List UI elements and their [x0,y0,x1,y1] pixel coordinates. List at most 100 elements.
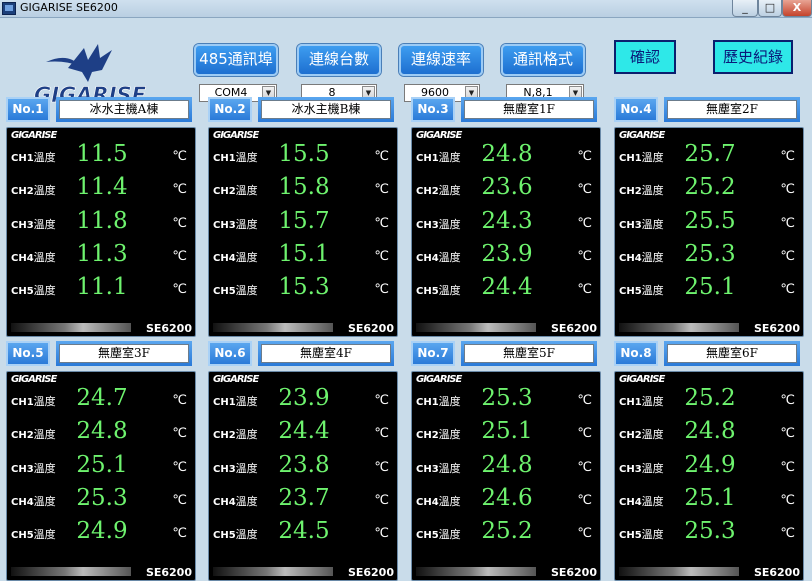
temperature-value: 11.4 [76,174,128,200]
panel-display: GIGARISE CH1溫度 24.7 ℃ CH2溫度 24.8 ℃ CH3溫度 25.1 ℃ CH… [6,371,196,581]
panel-name-field[interactable]: 冰水主機B棟 [261,100,391,119]
temperature-value: 24.8 [481,452,533,478]
celsius-unit: ℃ [374,182,389,197]
channel-row: CH1溫度 25.2 ℃ [615,385,805,415]
temperature-value: 25.1 [684,274,736,300]
channel-row: CH4溫度 23.9 ℃ [412,241,602,271]
panel-name-frame: 冰水主機A棟 [56,97,192,122]
maximize-button[interactable]: □ [758,0,782,17]
temperature-value: 24.8 [76,418,128,444]
panel-model: SE6200 [753,322,800,335]
channel-row: CH4溫度 25.3 ℃ [615,241,805,271]
channel-row: CH3溫度 24.9 ℃ [615,452,805,482]
temperature-value: 25.1 [76,452,128,478]
temperature-value: 25.5 [684,208,736,234]
channel-row: CH4溫度 23.7 ℃ [209,485,399,515]
title-bar: GIGARISE SE6200 _ □ X [0,0,812,18]
panel-number[interactable]: No.1 [6,97,50,122]
panel-name-field[interactable]: 冰水主機A棟 [59,100,189,119]
channel-row: CH5溫度 11.1 ℃ [7,274,197,304]
celsius-unit: ℃ [577,216,592,231]
temperature-value: 24.4 [481,274,533,300]
panel-number[interactable]: No.8 [614,341,658,366]
sensor-panel: No.3 無塵室1F GIGARISE CH1溫度 24.8 ℃ CH2溫度 23.6 ℃ CH3… [411,97,601,337]
channel-row: CH3溫度 15.7 ℃ [209,208,399,238]
panel-number[interactable]: No.5 [6,341,50,366]
celsius-unit: ℃ [780,182,795,197]
temperature-value: 11.5 [76,141,128,167]
channel-row: CH1溫度 23.9 ℃ [209,385,399,415]
channel-row: CH3溫度 24.8 ℃ [412,452,602,482]
sensor-panel: No.5 無塵室3F GIGARISE CH1溫度 24.7 ℃ CH2溫度 24.8 ℃ CH3… [6,341,196,581]
channel-row: CH4溫度 25.1 ℃ [615,485,805,515]
panel-footer-bar [619,567,739,576]
temperature-value: 23.9 [481,241,533,267]
temperature-value: 15.7 [278,208,330,234]
channel-row: CH2溫度 25.2 ℃ [615,174,805,204]
panel-number[interactable]: No.2 [208,97,252,122]
channel-row: CH3溫度 11.8 ℃ [7,208,197,238]
temperature-value: 15.8 [278,174,330,200]
temperature-value: 25.3 [481,385,533,411]
panel-number[interactable]: No.6 [208,341,252,366]
celsius-unit: ℃ [577,426,592,441]
app-icon [2,2,16,15]
panel-model: SE6200 [550,322,597,335]
panel-name-field[interactable]: 無塵室2F [667,100,797,119]
celsius-unit: ℃ [780,282,795,297]
panel-model: SE6200 [145,322,192,335]
panel-model: SE6200 [550,566,597,579]
panel-number[interactable]: No.7 [411,341,455,366]
channel-row: CH2溫度 25.1 ℃ [412,418,602,448]
channel-row: CH1溫度 24.8 ℃ [412,141,602,171]
data-format-button[interactable]: 通訊格式 [501,44,585,76]
panel-model: SE6200 [753,566,800,579]
celsius-unit: ℃ [374,526,389,541]
temperature-value: 24.5 [278,518,330,544]
temperature-value: 23.7 [278,485,330,511]
close-button[interactable]: X [782,0,812,17]
panel-name-field[interactable]: 無塵室5F [464,344,594,363]
sensor-panel: No.8 無塵室6F GIGARISE CH1溫度 25.2 ℃ CH2溫度 24.8 ℃ CH3… [614,341,804,581]
celsius-unit: ℃ [780,249,795,264]
celsius-unit: ℃ [577,149,592,164]
celsius-unit: ℃ [172,182,187,197]
confirm-button[interactable]: 確認 [614,40,676,74]
comport-button[interactable]: 485通訊埠 [194,44,278,76]
panel-number[interactable]: No.3 [411,97,455,122]
temperature-value: 25.2 [684,385,736,411]
temperature-value: 24.6 [481,485,533,511]
panel-name-field[interactable]: 無塵室1F [464,100,594,119]
panel-footer-bar [11,323,131,332]
temperature-value: 25.3 [76,485,128,511]
panel-number[interactable]: No.4 [614,97,658,122]
history-button[interactable]: 歷史紀錄 [713,40,793,74]
channel-row: CH5溫度 25.1 ℃ [615,274,805,304]
panel-footer-bar [619,323,739,332]
temperature-value: 11.8 [76,208,128,234]
panel-brand: GIGARISE [416,374,462,385]
panel-name-field[interactable]: 無塵室6F [667,344,797,363]
celsius-unit: ℃ [577,493,592,508]
panel-name-field[interactable]: 無塵室3F [59,344,189,363]
panel-brand: GIGARISE [416,130,462,141]
channel-row: CH2溫度 23.6 ℃ [412,174,602,204]
temperature-value: 23.6 [481,174,533,200]
panel-display: GIGARISE CH1溫度 11.5 ℃ CH2溫度 11.4 ℃ CH3溫度 11.8 ℃ CH… [6,127,196,337]
minimize-button[interactable]: _ [732,0,758,17]
panel-name-field[interactable]: 無塵室4F [261,344,391,363]
panel-brand: GIGARISE [619,130,665,141]
panel-display: GIGARISE CH1溫度 24.8 ℃ CH2溫度 23.6 ℃ CH3溫度 24.3 ℃ CH… [411,127,601,337]
celsius-unit: ℃ [374,216,389,231]
channel-row: CH5溫度 25.3 ℃ [615,518,805,548]
panel-name-frame: 無塵室1F [461,97,597,122]
channel-row: CH2溫度 15.8 ℃ [209,174,399,204]
panel-footer-bar [213,323,333,332]
panel-brand: GIGARISE [213,130,259,141]
channel-row: CH5溫度 24.5 ℃ [209,518,399,548]
temperature-value: 25.3 [684,518,736,544]
device-count-button[interactable]: 連線台數 [297,44,381,76]
baud-rate-button[interactable]: 連線速率 [399,44,483,76]
channel-row: CH3溫度 25.5 ℃ [615,208,805,238]
celsius-unit: ℃ [577,182,592,197]
